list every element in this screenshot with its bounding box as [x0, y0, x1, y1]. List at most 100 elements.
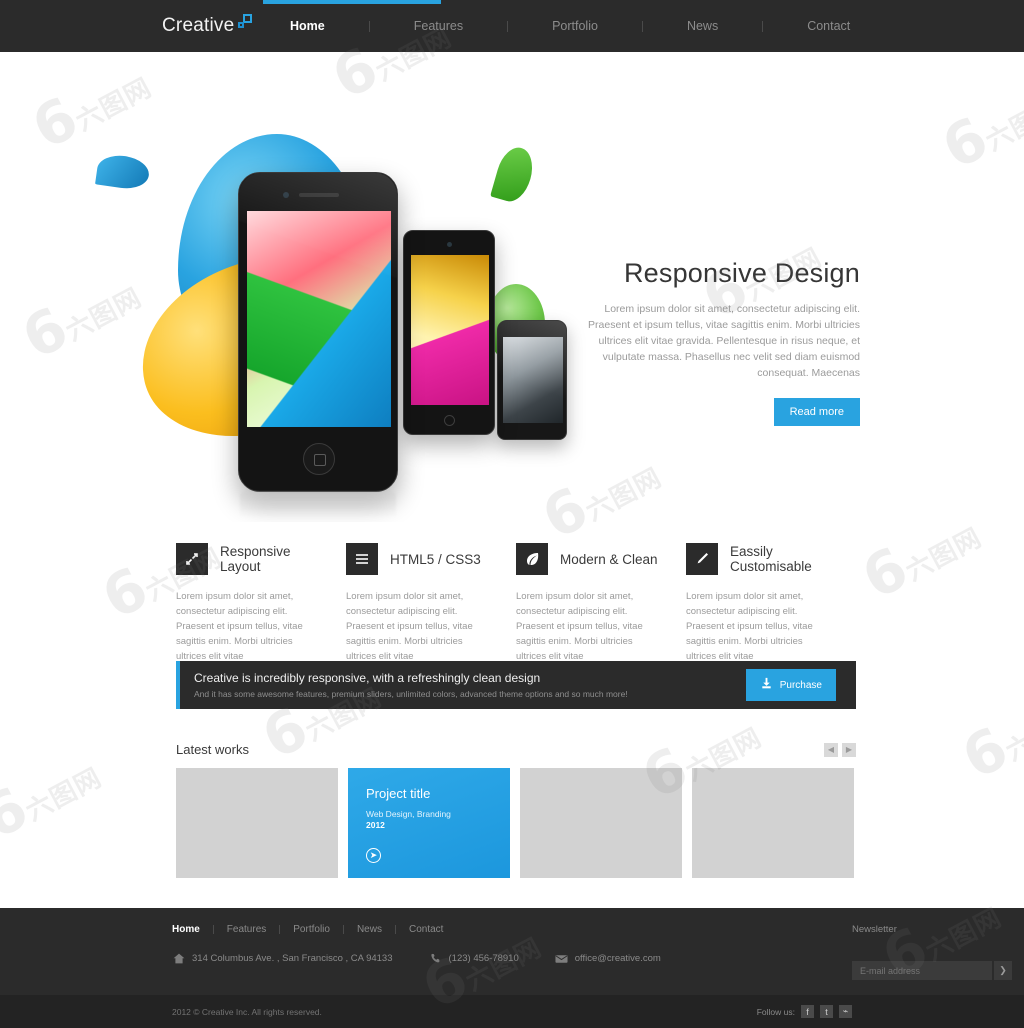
purchase-label: Purchase — [779, 679, 822, 691]
resize-arrows-icon — [176, 543, 208, 575]
download-icon — [760, 677, 773, 693]
site-header: Creative Home Features Portfolio News Co… — [0, 0, 1024, 52]
hero-copy: Responsive Design Lorem ipsum dolor sit … — [560, 258, 860, 426]
nav-separator — [368, 20, 370, 32]
leaf-icon — [516, 543, 548, 575]
main-nav: Home Features Portfolio News Contact — [263, 0, 850, 52]
footer-phone-text: (123) 456-78910 — [448, 953, 519, 964]
newsletter-email-input[interactable] — [852, 961, 992, 980]
feature-title: Eassily Customisable — [730, 544, 812, 574]
feature-easily-customisable: Eassily Customisable Lorem ipsum dolor s… — [686, 543, 856, 664]
feature-text: Lorem ipsum dolor sit amet, consectetur … — [176, 591, 303, 662]
footer-address: 314 Columbus Ave. , San Francisco , CA 9… — [172, 952, 393, 965]
hero-description: Lorem ipsum dolor sit amet, consectetur … — [588, 303, 860, 379]
home-icon — [172, 952, 185, 965]
brand-name: Creative — [162, 15, 235, 36]
footer-email-text: office@creative.com — [574, 953, 661, 964]
feature-title: Modern & Clean — [560, 551, 658, 567]
latest-works-grid: Project title Web Design, Branding 2012 … — [176, 768, 856, 878]
facebook-icon[interactable]: f — [801, 1005, 814, 1018]
feature-text: Lorem ipsum dolor sit amet, consectetur … — [516, 591, 643, 662]
hamburger-lines-icon — [346, 543, 378, 575]
footer-separator — [279, 925, 281, 934]
feature-text: Lorem ipsum dolor sit amet, consectetur … — [686, 591, 813, 662]
feature-title: HTML5 / CSS3 — [390, 551, 481, 567]
footer-address-text: 314 Columbus Ave. , San Francisco , CA 9… — [192, 953, 393, 964]
latest-works-header: Latest works ◀ ▶ — [176, 742, 856, 757]
feature-title: Responsive Layout — [220, 544, 291, 574]
nav-separator — [507, 20, 509, 32]
footer-contact: 314 Columbus Ave. , San Francisco , CA 9… — [172, 952, 852, 965]
newsletter-label: Newsletter — [852, 924, 897, 935]
footer-link-contact[interactable]: Contact — [409, 924, 443, 935]
copyright-bar: 2012 © Creative Inc. All rights reserved… — [0, 995, 1024, 1028]
pencil-icon — [686, 543, 718, 575]
twitter-icon[interactable]: t — [820, 1005, 833, 1018]
newsletter-section: Newsletter ❯ — [852, 924, 1024, 980]
footer-link-news[interactable]: News — [357, 924, 382, 935]
feature-html5-css3: HTML5 / CSS3 Lorem ipsum dolor sit amet,… — [346, 543, 516, 664]
copyright-text: 2012 © Creative Inc. All rights reserved… — [172, 1006, 322, 1017]
nav-item-news[interactable]: News — [687, 0, 807, 52]
social-links: Follow us: f t ⌁ — [757, 1005, 852, 1018]
follow-label: Follow us: — [756, 1006, 795, 1017]
work-item[interactable] — [692, 768, 854, 878]
arrow-right-icon[interactable]: ▶ — [842, 742, 856, 757]
latest-works-arrows: ◀ ▶ — [824, 742, 856, 757]
nav-label: Features — [413, 19, 464, 33]
footer-link-features[interactable]: Features — [227, 924, 266, 935]
cta-headline: Creative is incredibly responsive, with … — [194, 671, 541, 685]
nav-item-home[interactable]: Home — [263, 0, 441, 52]
hero-slider: Responsive Design Lorem ipsum dolor sit … — [0, 52, 1024, 522]
footer-separator — [212, 925, 214, 934]
chevron-right-icon[interactable]: ❯ — [994, 961, 1012, 980]
page-root: Creative Home Features Portfolio News Co… — [0, 0, 1024, 1028]
work-item[interactable] — [520, 768, 682, 878]
work-title: Project title — [366, 786, 431, 801]
footer-separator — [342, 925, 344, 934]
footer-email: office@creative.com — [555, 952, 661, 965]
nav-label: Contact — [807, 19, 851, 33]
phone-icon — [429, 952, 442, 965]
nav-separator — [762, 20, 764, 32]
nav-label: Portfolio — [552, 19, 598, 33]
brand-logo[interactable]: Creative — [162, 14, 253, 37]
footer-nav: Home Features Portfolio News Contact — [172, 924, 852, 935]
footer-separator — [394, 925, 396, 934]
features-section: Responsive Layout Lorem ipsum dolor sit … — [176, 543, 856, 664]
arrow-left-icon[interactable]: ◀ — [824, 742, 838, 757]
latest-works-title: Latest works — [176, 742, 249, 757]
small-phone-device — [497, 320, 567, 440]
feature-responsive-layout: Responsive Layout Lorem ipsum dolor sit … — [176, 543, 346, 664]
nav-item-portfolio[interactable]: Portfolio — [552, 0, 687, 52]
nav-label: News — [686, 19, 719, 33]
blue-drop-icon — [95, 152, 151, 192]
envelope-icon — [555, 952, 568, 965]
footer-phone: (123) 456-78910 — [429, 952, 519, 965]
device-reflection — [240, 492, 396, 518]
nav-item-contact[interactable]: Contact — [807, 0, 850, 52]
square-outline-icon — [238, 14, 253, 28]
watermark: 6六图网 — [0, 762, 107, 853]
work-category: Web Design, Branding — [366, 809, 451, 819]
cta-subline: And it has some awesome features, premiu… — [194, 689, 628, 699]
nav-separator — [641, 20, 643, 32]
site-footer: Home Features Portfolio News Contact 314… — [0, 908, 1024, 995]
nav-label: Home — [290, 19, 325, 33]
work-item[interactable] — [176, 768, 338, 878]
work-year: 2012 — [366, 820, 385, 830]
feature-text: Lorem ipsum dolor sit amet, consectetur … — [346, 591, 473, 662]
green-drop-icon — [490, 143, 538, 206]
footer-link-portfolio[interactable]: Portfolio — [293, 924, 330, 935]
footer-link-home[interactable]: Home — [172, 924, 200, 935]
work-item-featured[interactable]: Project title Web Design, Branding 2012 … — [348, 768, 510, 878]
read-more-button[interactable]: Read more — [773, 398, 860, 426]
feature-modern-clean: Modern & Clean Lorem ipsum dolor sit ame… — [516, 543, 686, 664]
phone-device — [238, 172, 398, 492]
arrow-right-circle-icon[interactable]: ➤ — [366, 848, 381, 863]
hero-title: Responsive Design — [623, 258, 860, 288]
rss-icon[interactable]: ⌁ — [839, 1005, 852, 1018]
tablet-device — [403, 230, 495, 435]
nav-item-features[interactable]: Features — [414, 0, 552, 52]
purchase-button[interactable]: Purchase — [745, 669, 836, 701]
